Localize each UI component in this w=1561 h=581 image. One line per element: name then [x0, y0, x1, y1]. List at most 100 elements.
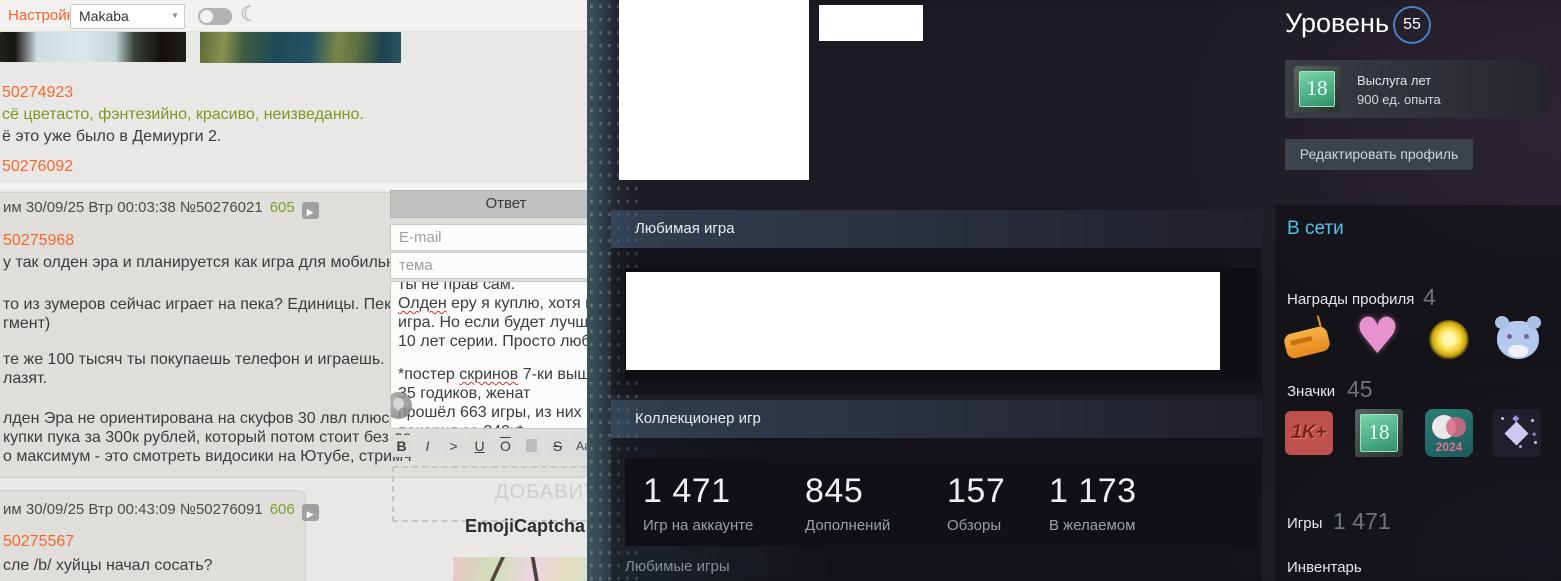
profile-right-rail: В сети Награды профиля 4 ♥ Значки 45 1K+	[1275, 205, 1561, 581]
comment-line: прошёл 663 игры, из них 27 в з	[398, 404, 587, 421]
badge-title: Выслуга лет	[1357, 73, 1432, 88]
section-separator	[0, 183, 587, 190]
misspelled-word: Олден	[398, 295, 447, 312]
badge-years-of-service[interactable]: 18	[1355, 409, 1407, 459]
featured-badge-card[interactable]: 18 Выслуга лет 900 ед. опыта	[1285, 60, 1548, 118]
board-style-select[interactable]: Makaba ▼	[70, 4, 185, 29]
reply-quote-link[interactable]: 50274923	[2, 84, 73, 102]
overline-button[interactable]: O	[495, 435, 516, 457]
play-icon: ▶	[306, 510, 314, 520]
subject-field[interactable]	[390, 252, 587, 279]
favorite-game-showcase: Любимая игра	[611, 210, 1262, 395]
award-snow-leopard[interactable]	[1493, 315, 1545, 365]
comment-text-span: 7-ки выше	[522, 366, 587, 383]
post-text-line: лден Эра не ориентирована на скуфов 30 л…	[3, 410, 423, 427]
greentext-line: сё цветасто, фэнтезийно, красиво, неизве…	[2, 106, 364, 123]
badge-text: 1K+	[1291, 422, 1327, 443]
underline-button[interactable]: U	[469, 435, 490, 457]
strike-button[interactable]: S	[547, 435, 568, 457]
badges-label[interactable]: Значки	[1287, 383, 1335, 400]
award-sparkle-heart[interactable]: ♥	[1353, 307, 1405, 365]
quote-button[interactable]: >	[443, 435, 464, 457]
imageboard-window: Настройки Makaba ▼ ☾ 50274923 сё цветаст…	[0, 0, 587, 581]
post-image-thumbnail[interactable]	[0, 32, 186, 62]
badge-winter-sale[interactable]	[1493, 409, 1545, 459]
comment-textarea[interactable]: ты не прав сам. Олден еру я куплю, хотя …	[390, 281, 587, 429]
screen: Настройки Makaba ▼ ☾ 50274923 сё цветаст…	[0, 0, 1561, 581]
comment-text-span: еру я куплю, хотя не уве	[451, 295, 587, 312]
reply-form-header[interactable]: Ответ	[390, 190, 587, 218]
online-status: В сети	[1287, 218, 1344, 239]
spoiler-block-icon	[526, 439, 537, 452]
showcase-body	[611, 248, 1262, 395]
game-capsule-area[interactable]	[625, 268, 1257, 380]
dark-mode-moon-icon[interactable]: ☾	[240, 2, 259, 26]
games-label[interactable]: Игры	[1287, 515, 1322, 532]
post-text-line: гмент)	[3, 315, 51, 332]
post-count: 606	[269, 501, 295, 518]
comment-text-span: *постер	[398, 366, 460, 383]
comment-line: *постер скринов 7-ки выше	[398, 365, 587, 384]
post-header: им 30/09/25 Втр 00:03:38 №50276021 605 ▶	[3, 199, 319, 219]
post-text-line: купки пука за 300к рублей, который потом…	[3, 429, 412, 446]
showcase-title: Коллекционер игр	[635, 410, 761, 427]
comment-line: 10 лет серии. Просто люблю Ге	[398, 333, 587, 350]
reply-quote-link[interactable]: 50275567	[3, 533, 74, 551]
steam-logo-icon	[1432, 415, 1466, 439]
post-606: им 30/09/25 Втр 00:43:09 №50276091 606 ▶ 5…	[0, 490, 319, 581]
post-text-line: те же 100 тысяч ты покупаешь телефон и и…	[3, 351, 408, 368]
showcase-header: Коллекционер игр	[611, 400, 1262, 438]
stat-wishlist[interactable]: 1 173 В желаемом	[1049, 472, 1137, 534]
file-drop-label: ДОБАВИТЬ	[495, 481, 587, 503]
badge-xp: 900 ед. опыта	[1357, 92, 1441, 107]
awards-label[interactable]: Награды профиля	[1287, 291, 1414, 308]
1k-badge-icon: 1K+	[1285, 411, 1333, 455]
bold-button[interactable]: B	[391, 435, 412, 457]
reply-quote-link[interactable]: 50276092	[2, 158, 73, 176]
theme-toggle[interactable]	[198, 8, 232, 25]
leopard-muzzle	[1508, 345, 1528, 357]
inventory-label[interactable]: Инвентарь	[1287, 559, 1362, 576]
file-drop-zone[interactable]: ДОБАВИТЬ	[392, 466, 587, 522]
post-image-thumbnail[interactable]	[200, 32, 401, 63]
comment-line: ты не прав сам.	[398, 281, 516, 293]
comment-text: ты не прав сам. Олден еру я куплю, хотя …	[398, 281, 587, 428]
expand-thread-button[interactable]: ▶	[301, 504, 319, 521]
stat-games[interactable]: 1 471 Игр на аккаунте	[643, 472, 753, 534]
badge-1k-games[interactable]: 1K+	[1285, 409, 1337, 459]
stat-label: Обзоры	[947, 517, 1002, 534]
leopard-eyes	[1507, 334, 1512, 339]
post-meta: им 30/09/25 Втр 00:43:09 №50276091	[3, 501, 263, 518]
sparkle-dots	[1501, 417, 1504, 420]
captcha-image[interactable]	[453, 557, 587, 581]
steam-profile-window: Уровень 55 18 Выслуга лет 900 ед. опыта …	[587, 0, 1561, 581]
level-badge[interactable]: 55	[1393, 6, 1431, 44]
italic-button[interactable]: I	[417, 435, 438, 457]
award-toy-phone[interactable]	[1282, 315, 1335, 365]
board-topbar: Настройки Makaba ▼ ☾	[0, 0, 587, 32]
theme-toggle-knob	[200, 10, 213, 23]
stat-label: Игр на аккаунте	[643, 517, 754, 534]
comment-line: игра. Но если будет лучше чем	[398, 314, 587, 331]
award-golden-orb[interactable]	[1423, 315, 1475, 365]
droplet-icon	[391, 395, 407, 412]
showcase-body: 1 471 Игр на аккаунте 845 Дополнений 157…	[611, 438, 1262, 581]
badge-years: 18	[1306, 76, 1328, 100]
stat-reviews[interactable]: 157 Обзоры	[947, 472, 1005, 534]
collector-stats-box: 1 471 Игр на аккаунте 845 Дополнений 157…	[625, 458, 1257, 546]
stat-value: 1 173	[1049, 472, 1137, 510]
comment-line: Олден еру я куплю, хотя не уве	[398, 294, 587, 313]
years-badge-icon: 18	[1355, 409, 1403, 457]
spoiler-button[interactable]	[521, 435, 542, 457]
post-text-line: то из зумеров сейчас играет на пека? Еди…	[3, 296, 423, 313]
email-field[interactable]	[390, 224, 587, 251]
expand-thread-button[interactable]: ▶	[301, 202, 319, 219]
badge-steam-2024[interactable]: 2024	[1425, 409, 1477, 459]
edit-profile-button[interactable]: Редактировать профиль	[1285, 139, 1473, 170]
stat-dlc[interactable]: 845 Дополнений	[805, 472, 890, 534]
captcha-title: EmojiCaptcha	[465, 516, 586, 536]
censored-avatar	[619, 0, 809, 180]
reply-quote-link[interactable]: 50275968	[3, 232, 74, 250]
font-button[interactable]: Aa	[573, 435, 587, 457]
reply-form-title: Ответ	[485, 195, 527, 212]
